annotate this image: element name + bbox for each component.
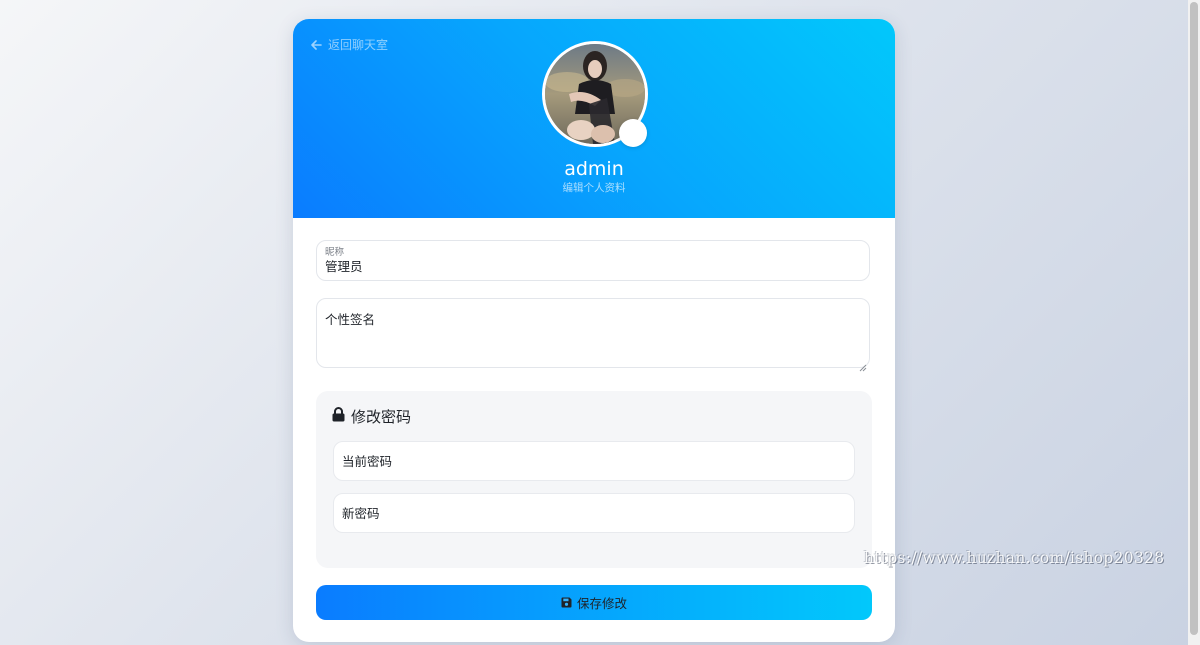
save-button[interactable]: 保存修改 <box>316 585 872 620</box>
floppy-disk-icon <box>561 597 572 608</box>
watermark: https://www.huzhan.com/ishop20328 <box>864 549 1165 567</box>
new-password-input[interactable]: 新密码 <box>333 493 855 533</box>
current-password-placeholder: 当前密码 <box>342 454 393 469</box>
username: admin <box>564 158 624 180</box>
profile-card: 返回聊天室 admin 编辑个人资料 昵称 管理员 个性签名 修改密码 当前密码… <box>293 19 895 642</box>
change-password-title: 修改密码 <box>332 407 411 427</box>
signature-placeholder: 个性签名 <box>325 312 376 327</box>
page-scrollbar-thumb[interactable] <box>1190 2 1198 635</box>
change-password-section: 修改密码 当前密码 新密码 <box>316 391 872 568</box>
new-password-placeholder: 新密码 <box>342 506 380 521</box>
avatar-upload-button[interactable] <box>619 119 647 147</box>
nickname-value[interactable]: 管理员 <box>325 259 363 275</box>
save-button-label: 保存修改 <box>576 596 627 611</box>
back-to-chat-link[interactable]: 返回聊天室 <box>311 36 388 53</box>
arrow-left-icon <box>311 39 322 50</box>
signature-textarea[interactable]: 个性签名 <box>316 298 870 372</box>
current-password-input[interactable]: 当前密码 <box>333 441 855 481</box>
nickname-field[interactable]: 昵称 管理员 <box>316 240 870 281</box>
avatar-container <box>542 41 648 147</box>
nickname-label: 昵称 <box>325 247 345 258</box>
back-link-label: 返回聊天室 <box>328 38 389 52</box>
page-subtitle: 编辑个人资料 <box>562 182 626 194</box>
change-password-label: 修改密码 <box>351 408 412 426</box>
profile-header: 返回聊天室 admin 编辑个人资料 <box>293 19 895 218</box>
page-scrollbar[interactable] <box>1188 0 1200 645</box>
resize-handle-icon[interactable] <box>859 357 867 372</box>
lock-icon <box>332 407 345 427</box>
